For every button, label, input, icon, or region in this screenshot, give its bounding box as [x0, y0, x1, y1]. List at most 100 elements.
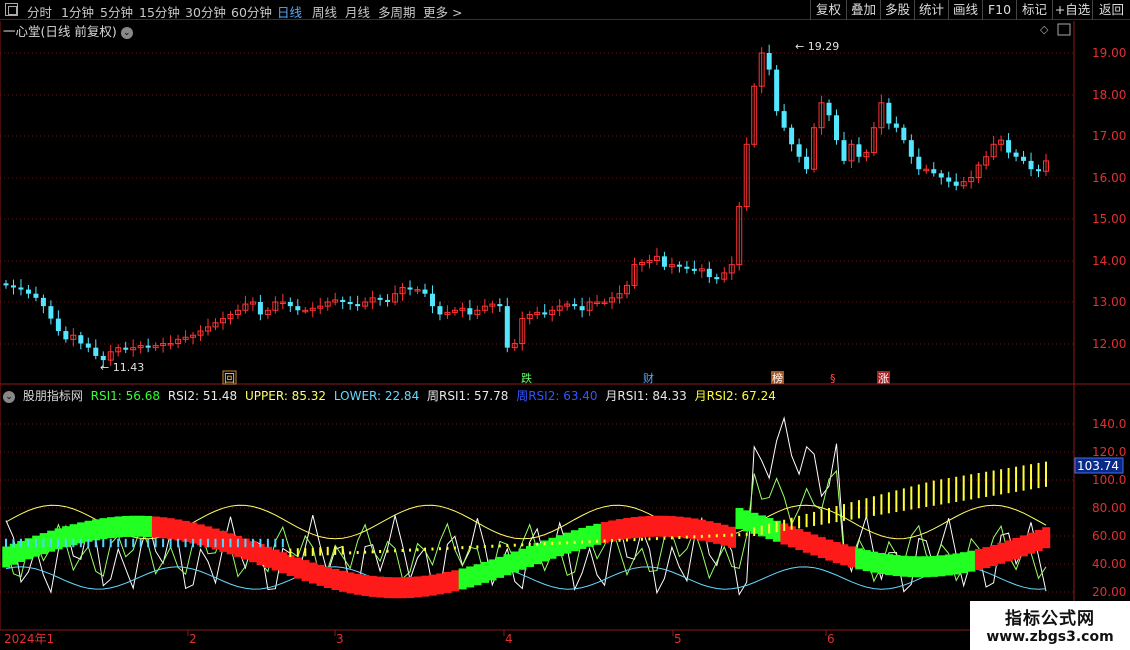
ribbon-block	[398, 577, 407, 599]
indicator-name[interactable]: 股朋指标网	[23, 389, 83, 403]
monthly-bar	[34, 538, 37, 548]
candle-body	[78, 335, 84, 344]
ribbon-block	[166, 518, 175, 540]
ribbon-block	[877, 553, 886, 575]
ribbon-block	[915, 556, 924, 578]
ribbon-block	[458, 568, 467, 590]
ribbon-block	[481, 561, 490, 583]
monthly-bar	[12, 538, 15, 548]
monthly-dot	[506, 544, 509, 548]
monthly-bar	[87, 538, 90, 548]
monthly-bar	[79, 538, 82, 548]
monthly-dot	[491, 544, 494, 548]
panel-max-icon[interactable]	[1057, 23, 1071, 36]
monthly-dot	[513, 543, 516, 547]
indicator-value: LOWER: 22.84	[333, 389, 420, 403]
ribbon-block	[451, 570, 460, 592]
ribbon-block	[862, 550, 871, 572]
monthly-dot	[379, 550, 382, 553]
ribbon-block	[84, 520, 93, 542]
candle-body	[437, 306, 443, 315]
candle-body	[841, 140, 847, 161]
ribbon-block	[974, 548, 983, 570]
event-markers: 回 跌 财 榜 § 涨	[222, 370, 890, 385]
monthly-bar	[221, 538, 224, 548]
ribbon-block	[832, 541, 841, 563]
diamond-icon[interactable]: ◇	[1040, 23, 1049, 36]
price-axis-label: 17.00	[1092, 129, 1126, 143]
indicator-axis-label: 60.00	[1092, 529, 1126, 543]
monthly-dot	[685, 535, 688, 539]
candle-body	[93, 347, 99, 356]
monthly-dot	[693, 535, 696, 539]
ribbon-block	[406, 576, 415, 598]
chevron-down-icon[interactable]: ⌄	[3, 390, 15, 403]
monthly-bar	[244, 538, 247, 548]
ribbon-block	[466, 566, 475, 588]
monthly-dot	[453, 546, 456, 550]
candle-body	[916, 156, 922, 170]
ribbon-block	[638, 516, 647, 538]
ribbon-block	[181, 520, 190, 542]
panel-icons: ◇	[1040, 23, 1071, 36]
candle-body	[1028, 160, 1034, 170]
candle-body	[377, 297, 383, 300]
watermark-url: www.zbgs3.com	[986, 629, 1114, 645]
monthly-dot	[423, 547, 426, 551]
monthly-dot	[566, 541, 569, 545]
low-price-label: ← 11.43	[100, 361, 144, 374]
ribbon-block	[555, 535, 564, 557]
ribbon-block	[982, 547, 991, 569]
monthly-bar	[117, 538, 120, 548]
monthly-bar	[64, 538, 67, 548]
monthly-bar	[214, 538, 217, 548]
monthly-bar	[947, 478, 950, 504]
monthly-bar	[207, 538, 210, 548]
monthly-bar	[72, 538, 75, 548]
indicator-axis-label: 140.0	[1092, 417, 1126, 431]
ribbon-block	[668, 516, 677, 538]
candle-body	[385, 299, 391, 302]
candle-body	[901, 127, 907, 141]
ribbon-block	[421, 575, 430, 597]
ribbon-block	[473, 564, 482, 586]
monthly-dot	[543, 542, 546, 546]
ribbon-block	[742, 510, 751, 532]
ribbon-block	[660, 515, 669, 537]
indicator-series	[2, 416, 1051, 599]
ribbon-block	[810, 534, 819, 556]
ribbon-block	[705, 521, 714, 543]
ribbon-block	[99, 518, 108, 540]
monthly-bar	[49, 538, 52, 548]
monthly-dot	[409, 548, 412, 552]
ribbon-block	[129, 515, 138, 537]
indicator-value: RSI1: 56.68	[90, 389, 161, 403]
monthly-bar	[798, 515, 801, 529]
ribbon-block	[735, 507, 744, 529]
candle-body	[3, 283, 9, 286]
ribbon-block	[817, 537, 826, 559]
ribbon-block	[713, 522, 722, 544]
candle-body	[429, 293, 435, 307]
ribbon-block	[346, 572, 355, 594]
candle-body	[295, 306, 301, 311]
monthly-bar	[304, 547, 307, 557]
candle-body	[931, 169, 937, 174]
ribbon-block	[301, 560, 310, 582]
monthly-dot	[394, 549, 397, 553]
monthly-bar	[857, 500, 860, 519]
monthly-dot	[655, 537, 658, 541]
ribbon-block	[331, 568, 340, 590]
indicator-value: RSI2: 51.48	[167, 389, 238, 403]
chart-canvas[interactable]: 19.00 18.00 17.00 16.00 15.00 14.00 13.0…	[0, 0, 1130, 650]
candle-body	[85, 343, 91, 348]
monthly-dot	[738, 533, 741, 537]
candle-body	[504, 306, 510, 348]
ribbon-block	[952, 553, 961, 575]
date-label: 3	[336, 632, 344, 646]
ribbon-block	[922, 556, 931, 578]
candle-body	[938, 173, 944, 178]
monthly-dot	[476, 545, 479, 549]
monthly-bar	[296, 548, 299, 557]
monthly-bar	[992, 470, 995, 496]
